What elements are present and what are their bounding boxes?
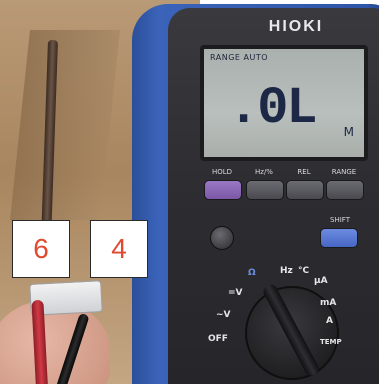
shift-button[interactable]	[320, 228, 358, 248]
dial-label-acv: ~V	[216, 310, 231, 320]
dial-label-ma: mA	[320, 298, 337, 308]
range-label: RANGE	[331, 168, 357, 176]
dial-label-dcv: =V	[228, 288, 243, 298]
lcd-unit: M	[343, 125, 354, 139]
dial-label-ohm: Ω	[248, 268, 256, 278]
lcd-mode-text: RANGE AUTO	[210, 53, 268, 62]
range-button[interactable]	[326, 180, 364, 200]
photo-scene: HIOKI RANGE AUTO .0L M HOLD Hz/% REL RAN…	[0, 0, 379, 384]
hz-percent-button[interactable]	[246, 180, 284, 200]
lcd-display: RANGE AUTO .0L M	[200, 45, 368, 161]
brand-logo: HIOKI	[268, 18, 324, 35]
dial-label-temp: TEMP	[320, 338, 342, 346]
dial-label-ua: μA	[314, 276, 328, 286]
overlay-label-6: 6	[12, 220, 70, 278]
rel-label: REL	[297, 168, 311, 176]
dial-label-off: OFF	[208, 334, 228, 344]
overlay-label-4: 4	[90, 220, 148, 278]
shift-label: SHIFT	[330, 216, 350, 224]
dial-label-temp-c: °C	[298, 266, 310, 276]
hz-label: Hz/%	[255, 168, 273, 176]
lcd-reading: .0L	[228, 79, 318, 138]
hold-label: HOLD	[211, 168, 233, 176]
light-button[interactable]	[210, 226, 234, 250]
rel-button[interactable]	[286, 180, 324, 200]
dial-label-hz: Hz	[280, 266, 293, 276]
hold-button[interactable]	[204, 180, 242, 200]
dial-label-a: A	[326, 316, 333, 326]
